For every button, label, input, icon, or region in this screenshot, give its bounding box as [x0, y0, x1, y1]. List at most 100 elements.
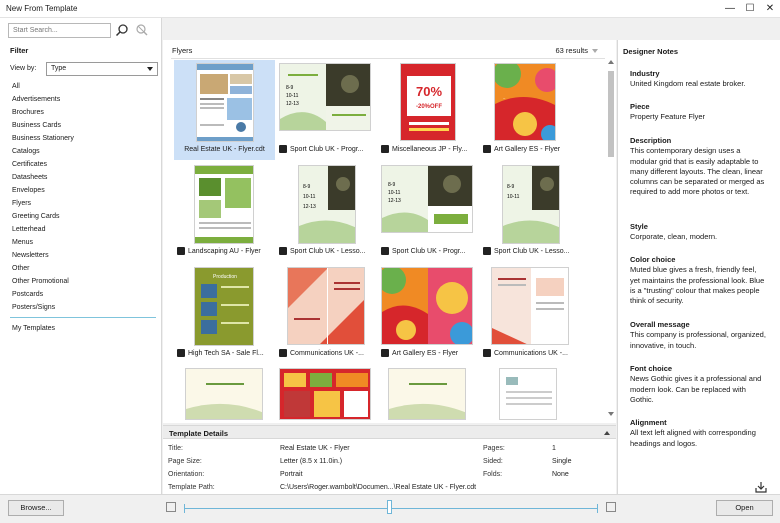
template-thumbnail	[196, 63, 254, 142]
template-card[interactable]: Landscaping AU - Flyer	[174, 162, 275, 262]
template-caption: Art Gallery ES - Flyer	[483, 144, 579, 156]
category-item[interactable]: Datasheets	[12, 171, 74, 184]
template-card[interactable]: Real Estate UK - Flyer.cdt	[174, 60, 275, 160]
svg-text:10-11: 10-11	[303, 194, 316, 200]
zoom-slider-thumb[interactable]	[387, 500, 392, 514]
gallery-scrollbar[interactable]	[606, 58, 616, 420]
search-icon[interactable]	[115, 23, 129, 37]
template-details-header[interactable]: Template Details	[163, 425, 616, 439]
note-text: This company is professional, organized,…	[630, 330, 766, 350]
close-button[interactable]: ✕	[762, 1, 778, 17]
maximize-button[interactable]: ☐	[742, 1, 758, 17]
template-card[interactable]: 8-9 10-11 12-13 Sport Club UK - Lesso...	[276, 162, 377, 262]
note-heading: Overall message	[630, 320, 690, 329]
template-thumbnail: 8-9 10-11 12-13	[381, 165, 473, 233]
template-caption: Communications UK -...	[483, 348, 579, 360]
svg-text:12-13: 12-13	[388, 198, 401, 204]
category-item[interactable]: Newsletters	[12, 249, 74, 262]
template-thumbnail[interactable]	[499, 368, 557, 420]
template-type-icon	[381, 145, 389, 154]
category-item[interactable]: Certificates	[12, 158, 74, 171]
scrollbar-thumb[interactable]	[608, 71, 614, 157]
pages-value: 1	[552, 445, 556, 452]
template-card[interactable]: 8-9 10-11 12-13 Sport Club UK - Progr...	[276, 60, 377, 160]
divider	[10, 317, 156, 318]
category-item[interactable]: Posters/Signs	[12, 301, 74, 314]
svg-text:8-9: 8-9	[507, 184, 514, 190]
category-item[interactable]: Advertisements	[12, 93, 74, 106]
open-button[interactable]: Open	[716, 500, 773, 516]
template-thumbnail: 8-9 10-11 12-13	[279, 63, 371, 131]
category-item[interactable]: Greeting Cards	[12, 210, 74, 223]
minimize-button[interactable]: —	[722, 1, 738, 17]
note-heading: Font choice	[630, 364, 673, 373]
template-caption: High Tech SA - Sale Fl...	[177, 348, 273, 360]
template-type-icon	[177, 247, 185, 256]
template-thumbnail[interactable]	[279, 368, 371, 420]
scroll-up-icon[interactable]	[608, 60, 614, 64]
template-thumbnail: 8-9 10-11 12-13	[298, 165, 356, 244]
view-by-label: View by:	[10, 65, 37, 72]
browse-button[interactable]: Browse...	[8, 500, 64, 516]
view-by-select[interactable]: Type	[46, 62, 158, 76]
note-heading: Description	[630, 136, 672, 145]
template-caption-text: Art Gallery ES - Flyer	[392, 350, 459, 357]
template-caption: Landscaping AU - Flyer	[177, 246, 273, 258]
sided-value: Single	[552, 458, 572, 465]
orientation-label: Orientation:	[168, 471, 205, 478]
scroll-down-icon[interactable]	[608, 412, 614, 416]
misc-percent-text: 70%	[416, 84, 442, 99]
filter-pane: Start Search... Filter View by: Type All…	[0, 18, 162, 494]
template-card[interactable]: 8-9 10-11 12-13 Sport Club UK - Progr...	[378, 162, 479, 262]
template-caption-text: Art Gallery ES - Flyer	[494, 146, 561, 153]
template-type-icon	[381, 349, 389, 358]
category-item[interactable]: Other	[12, 262, 74, 275]
search-input[interactable]: Start Search...	[8, 23, 111, 38]
note-heading: Color choice	[630, 255, 676, 264]
advanced-search-icon[interactable]	[134, 23, 148, 37]
template-type-icon	[483, 247, 491, 256]
template-path-value: C:\Users\Roger.wambolt\Documen...\Real E…	[280, 484, 477, 491]
results-count[interactable]: 63 results	[555, 46, 598, 55]
category-item[interactable]: Business Cards	[12, 119, 74, 132]
svg-text:12-13: 12-13	[286, 101, 299, 107]
template-card[interactable]: 70% -20%OFF Miscellaneous JP - Fly...	[378, 60, 479, 160]
window-title: New From Template	[6, 4, 78, 13]
collapse-icon[interactable]	[604, 431, 610, 435]
template-caption: Miscellaneous JP - Fly...	[381, 144, 477, 156]
export-icon[interactable]	[755, 481, 767, 493]
category-item[interactable]: Flyers	[12, 197, 74, 210]
chevron-down-icon	[147, 67, 153, 71]
template-thumbnail: ~	[494, 63, 556, 141]
category-item[interactable]: Envelopes	[12, 184, 74, 197]
template-thumbnail[interactable]	[388, 368, 466, 420]
category-item[interactable]: Other Promotional	[12, 275, 74, 288]
template-card[interactable]: Production High Tech SA - Sale Fl...	[174, 264, 275, 364]
my-templates-item[interactable]: My Templates	[12, 325, 55, 332]
category-item[interactable]: Postcards	[12, 288, 74, 301]
category-item[interactable]: Menus	[12, 236, 74, 249]
svg-text:10-11: 10-11	[388, 190, 401, 196]
template-card[interactable]: ~ Art Gallery ES - Flyer	[480, 60, 581, 160]
template-card[interactable]: Communications UK -...	[276, 264, 377, 364]
category-item[interactable]: Letterhead	[12, 223, 74, 236]
category-item[interactable]: Business Stationery	[12, 132, 74, 145]
gallery-heading: Flyers	[172, 46, 193, 55]
category-item[interactable]: Brochures	[12, 106, 74, 119]
template-card[interactable]: Art Gallery ES - Flyer	[378, 264, 479, 364]
template-card[interactable]: 8-9 10-11 Sport Club UK - Lesso...	[480, 162, 581, 262]
folds-label: Folds:	[483, 471, 503, 478]
page-size-value: Letter (8.5 x 11.0in.)	[280, 458, 343, 465]
note-heading: Style	[630, 222, 648, 231]
template-thumbnail[interactable]	[185, 368, 263, 420]
svg-text:10-11: 10-11	[286, 93, 299, 99]
divider	[171, 58, 605, 59]
template-caption: Sport Club UK - Progr...	[279, 144, 375, 156]
note-industry: Industry United Kingdom real estate broke…	[630, 69, 768, 90]
category-item[interactable]: All	[12, 80, 74, 93]
large-thumbnails-icon[interactable]	[606, 502, 616, 512]
small-thumbnails-icon[interactable]	[166, 502, 176, 512]
category-item[interactable]: Catalogs	[12, 145, 74, 158]
template-card[interactable]: Communications UK -...	[480, 264, 581, 364]
template-caption: Sport Club UK - Lesso...	[279, 246, 375, 258]
